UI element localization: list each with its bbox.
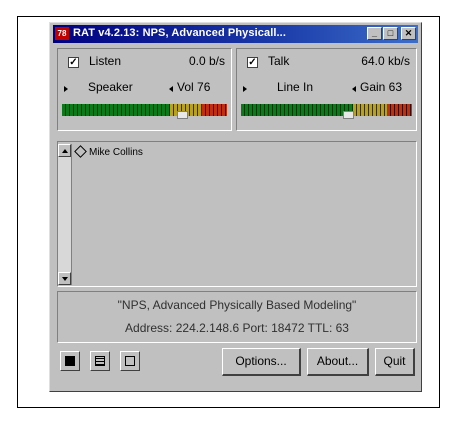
rat-app-icon[interactable]: 78 <box>55 27 69 40</box>
reception-quality-button[interactable] <box>60 351 80 371</box>
volume-slider[interactable] <box>177 111 188 119</box>
input-next-icon[interactable] <box>243 86 247 92</box>
listen-rate: 0.0 b/s <box>188 54 225 68</box>
list-view-button[interactable] <box>120 351 140 371</box>
participant-name: Mike Collins <box>89 147 143 158</box>
session-info: "NPS, Advanced Physically Based Modeling… <box>57 291 417 343</box>
about-button[interactable]: About... <box>307 348 369 376</box>
input-level-meter <box>241 104 412 116</box>
minimize-icon: _ <box>371 28 377 38</box>
input-device[interactable]: Line In <box>277 80 313 94</box>
volume-value: Vol 76 <box>177 80 211 94</box>
minimize-button[interactable]: _ <box>367 27 382 40</box>
participants-list <box>57 141 417 287</box>
rat-window: 78 RAT v4.2.13: NPS, Advanced Physicall.… <box>49 22 422 392</box>
quit-button[interactable]: Quit <box>375 348 415 376</box>
listen-panel: ✓ Listen 0.0 b/s Speaker Vol 76 <box>57 48 232 131</box>
volume-decrease-icon[interactable] <box>169 86 173 92</box>
gain-decrease-icon[interactable] <box>352 86 356 92</box>
close-button[interactable]: ✕ <box>401 27 416 40</box>
title-bar[interactable]: 78 RAT v4.2.13: NPS, Advanced Physicall.… <box>53 25 418 43</box>
grid-view-button[interactable] <box>90 351 110 371</box>
scroll-up-button[interactable] <box>58 144 71 157</box>
output-level-meter <box>62 104 227 116</box>
session-address: Address: 224.2.148.6 Port: 18472 TTL: 63 <box>125 321 349 335</box>
talk-checkbox[interactable]: ✓ <box>247 57 258 68</box>
close-icon: ✕ <box>404 28 413 38</box>
output-device[interactable]: Speaker <box>88 80 133 94</box>
window-title: RAT v4.2.13: NPS, Advanced Physicall... <box>73 27 286 39</box>
talk-rate: 64.0 kb/s <box>361 54 410 68</box>
gain-slider[interactable] <box>343 111 354 119</box>
listen-label: Listen <box>89 54 122 68</box>
session-name: "NPS, Advanced Physically Based Modeling… <box>117 298 357 312</box>
scroll-track[interactable] <box>58 157 71 272</box>
list-icon <box>125 356 135 366</box>
talk-panel: ✓ Talk 64.0 kb/s Line In Gain 63 <box>236 48 417 131</box>
scroll-down-button[interactable] <box>58 272 71 285</box>
talk-label: Talk <box>268 54 290 68</box>
maximize-icon: □ <box>387 28 394 38</box>
maximize-button[interactable]: □ <box>383 27 398 40</box>
options-button[interactable]: Options... <box>222 348 301 376</box>
arrow-down-icon <box>62 277 68 281</box>
listen-checkbox[interactable]: ✓ <box>68 57 79 68</box>
participant-item[interactable]: Mike Collins <box>74 145 143 158</box>
chart-icon <box>65 356 75 366</box>
speaker-next-icon[interactable] <box>64 86 68 92</box>
grid-icon <box>95 356 105 366</box>
arrow-up-icon <box>62 149 68 153</box>
gain-value: Gain 63 <box>360 80 403 94</box>
participants-scrollbar[interactable] <box>58 144 72 285</box>
participant-diamond-icon <box>74 145 87 158</box>
